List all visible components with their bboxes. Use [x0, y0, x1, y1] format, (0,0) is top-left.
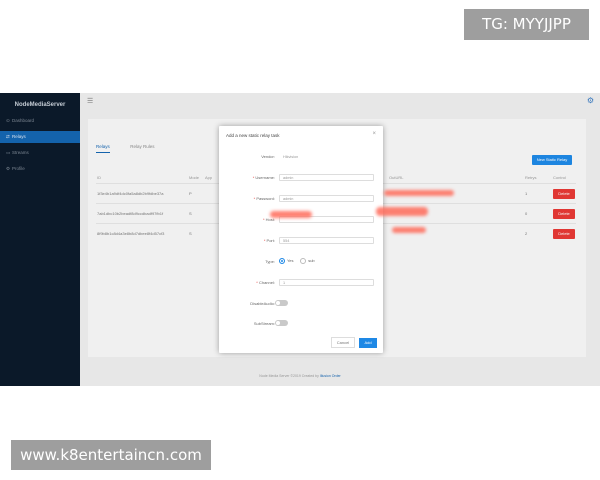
password-label: * Password: — [253, 196, 275, 201]
type-radio-sub[interactable]: sub — [300, 258, 315, 264]
redaction-mark — [376, 207, 428, 216]
app-screenshot: NodeMediaServer ⊙ Dashboard ⇄ Relays ▭ Stre… — [0, 93, 600, 386]
channel-label: * Channel: — [256, 280, 275, 285]
add-relay-dialog: Add a new static relay task × Vendor: Hi… — [219, 126, 383, 353]
cancel-button[interactable]: Cancel — [331, 337, 355, 348]
redaction-mark — [270, 211, 312, 218]
label-text: Port — [266, 238, 274, 243]
close-icon[interactable]: × — [372, 131, 376, 137]
vendor-label: Vendor: — [261, 154, 275, 159]
watermark-bottom: www.k8entertaincn.com — [11, 440, 211, 470]
label-text: Channel — [258, 280, 274, 285]
watermark-top: TG: MYYJJPP — [464, 9, 589, 40]
label-text: Password — [256, 196, 274, 201]
sub-stream-label: SubStream: — [219, 321, 275, 326]
disable-audio-toggle[interactable] — [275, 300, 288, 306]
type-label: Type: — [265, 259, 275, 264]
host-label: * Host: — [262, 217, 275, 222]
label-text: Type — [265, 259, 274, 264]
redaction-mark — [392, 227, 426, 233]
vendor-select[interactable]: Hikvision — [279, 153, 374, 160]
port-label: * Port: — [263, 238, 275, 243]
radio-dot — [300, 258, 307, 264]
redaction-mark — [384, 190, 454, 196]
type-radio-yes[interactable]: Yes — [279, 258, 294, 264]
disable-audio-label: DisableAudio: — [219, 301, 275, 306]
label-text: Vendor — [261, 154, 274, 159]
label-text: Username — [255, 175, 274, 180]
radio-label: Yes — [287, 258, 294, 264]
label-text: SubStream — [253, 321, 274, 326]
port-field[interactable]: 554 — [279, 237, 374, 244]
username-field[interactable]: admin — [279, 174, 374, 181]
password-field[interactable]: admin — [279, 195, 374, 202]
label-text: DisableAudio — [250, 301, 274, 306]
channel-field[interactable]: 1 — [279, 279, 374, 286]
sub-stream-toggle[interactable] — [275, 320, 288, 326]
username-label: * Username: — [252, 175, 275, 180]
type-radio-group: Yes sub — [279, 258, 315, 264]
dialog-title: Add a new static relay task — [226, 133, 280, 138]
add-button[interactable]: Add — [359, 338, 377, 348]
radio-label: sub — [308, 258, 315, 264]
radio-dot — [279, 258, 285, 264]
